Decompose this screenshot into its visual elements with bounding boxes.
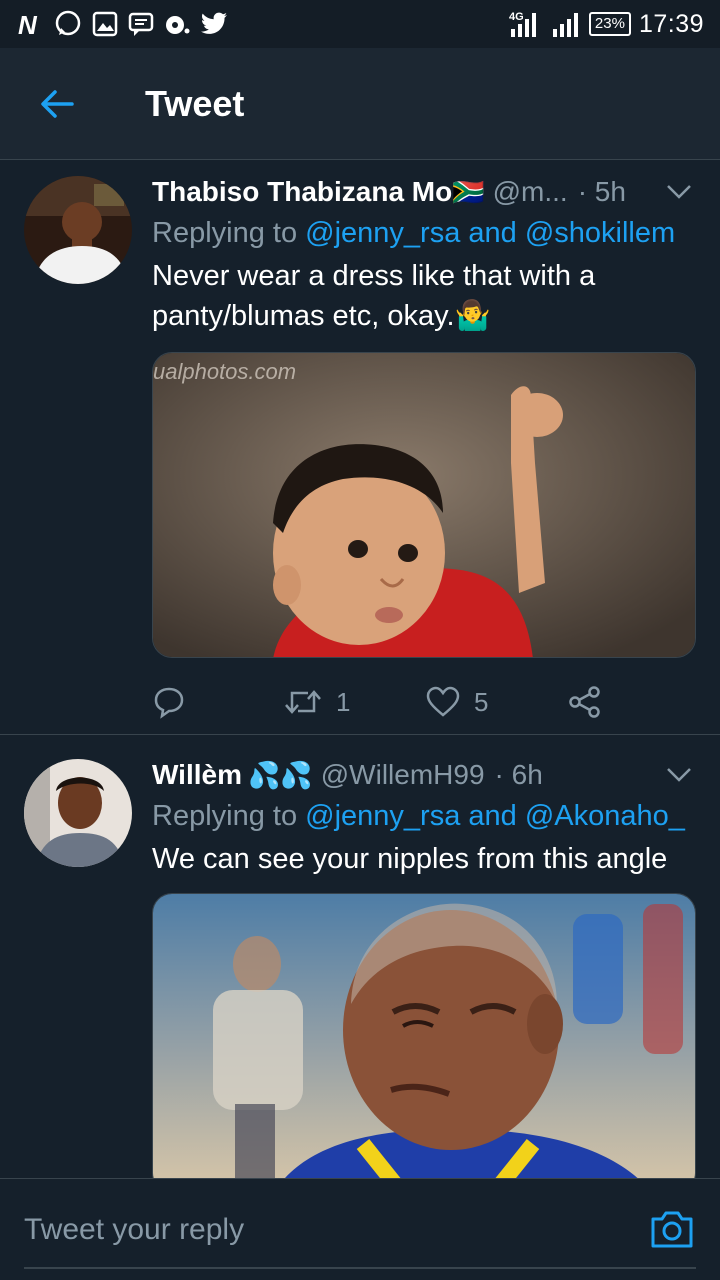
reply-input[interactable]: Tweet your reply [24, 1213, 244, 1247]
netflix-icon: N [18, 10, 38, 38]
retweet-count: 1 [336, 686, 351, 717]
signal-4g-icon: 4G [509, 11, 536, 37]
like-button[interactable]: 5 [426, 686, 568, 718]
south-africa-flag-icon: 🇿🇦 [452, 176, 485, 207]
tweet-time: · 5h [577, 176, 626, 207]
music-icon [166, 16, 190, 34]
svg-text:ualphotos.com: ualphotos.com [153, 359, 296, 384]
tweet[interactable]: Thabiso Thabizana Mo 🇿🇦 @m... · 5h Reply… [0, 160, 720, 734]
battery-indicator: 23% [588, 12, 631, 36]
twitter-icon [200, 12, 227, 34]
replying-to: Replying to @jenny_rsa and @Akonaho_ [152, 800, 685, 832]
mention-link[interactable]: @jenny_rsa and @shokillem [305, 217, 675, 249]
share-icon [569, 686, 600, 718]
tweet-image[interactable]: ualphotos.com [152, 352, 696, 658]
message-icon [128, 12, 154, 36]
tweet[interactable]: Willèm 💦💦 @WillemH99 · 6h Replying to @j… [0, 735, 720, 1178]
mention-link[interactable]: @jenny_rsa and @Akonaho_ [305, 800, 685, 832]
page-title: Tweet [145, 82, 245, 124]
back-arrow-icon [41, 89, 74, 118]
reply-bar: Tweet your reply [0, 1178, 720, 1280]
tweet-time: · 6h [494, 759, 543, 790]
svg-text:4G: 4G [509, 11, 524, 23]
author-name[interactable]: Thabiso Thabizana Mo [152, 176, 452, 208]
like-count: 5 [474, 686, 489, 717]
retweet-icon [285, 690, 321, 714]
reply-underline [24, 1267, 696, 1269]
tweet-text: Never wear a dress like that with a pant… [152, 260, 596, 332]
avatar[interactable] [24, 176, 132, 284]
avatar[interactable] [24, 759, 132, 867]
replying-to: Replying to @jenny_rsa and @shokillem [152, 217, 676, 249]
gallery-icon [92, 11, 118, 37]
svg-text:N: N [18, 10, 38, 38]
camera-icon[interactable] [650, 1209, 694, 1249]
back-button[interactable] [0, 48, 112, 160]
author-handle[interactable]: @WillemH99 [321, 759, 485, 791]
chevron-down-icon[interactable] [666, 184, 692, 200]
clock: 17:39 [638, 9, 704, 38]
share-button[interactable] [568, 685, 602, 719]
status-bar: N 4G 23% 17:39 [0, 0, 720, 48]
reply-icon [154, 687, 184, 719]
whatsapp-icon [55, 10, 81, 36]
chevron-down-icon[interactable] [666, 767, 692, 783]
reply-button[interactable] [152, 685, 284, 719]
signal-icon [552, 13, 578, 37]
tweet-text: We can see your nipples from this angle [152, 843, 668, 875]
heart-icon [426, 686, 460, 717]
app-bar: Tweet [0, 48, 720, 160]
author-handle[interactable]: @m... [493, 176, 568, 208]
tweet-image[interactable] [152, 893, 696, 1178]
author-name[interactable]: Willèm [152, 759, 242, 791]
sweat-droplets-icon: 💦💦 [248, 759, 313, 790]
retweet-button[interactable]: 1 [284, 685, 426, 719]
